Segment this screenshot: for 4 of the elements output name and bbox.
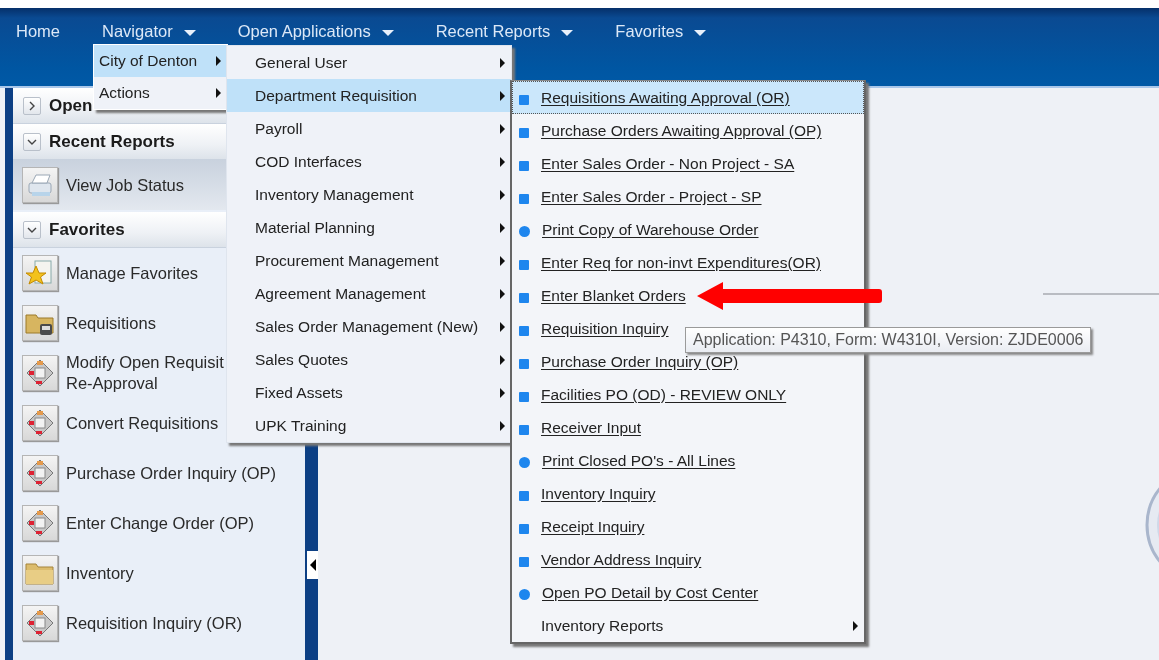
section-title: Favorites <box>49 219 125 240</box>
tooltip: Application: P4310, Form: W4310I, Version: ZJDE0006 <box>685 327 1092 353</box>
section-title: Open <box>49 95 93 116</box>
section-title: Recent Reports <box>49 131 175 152</box>
